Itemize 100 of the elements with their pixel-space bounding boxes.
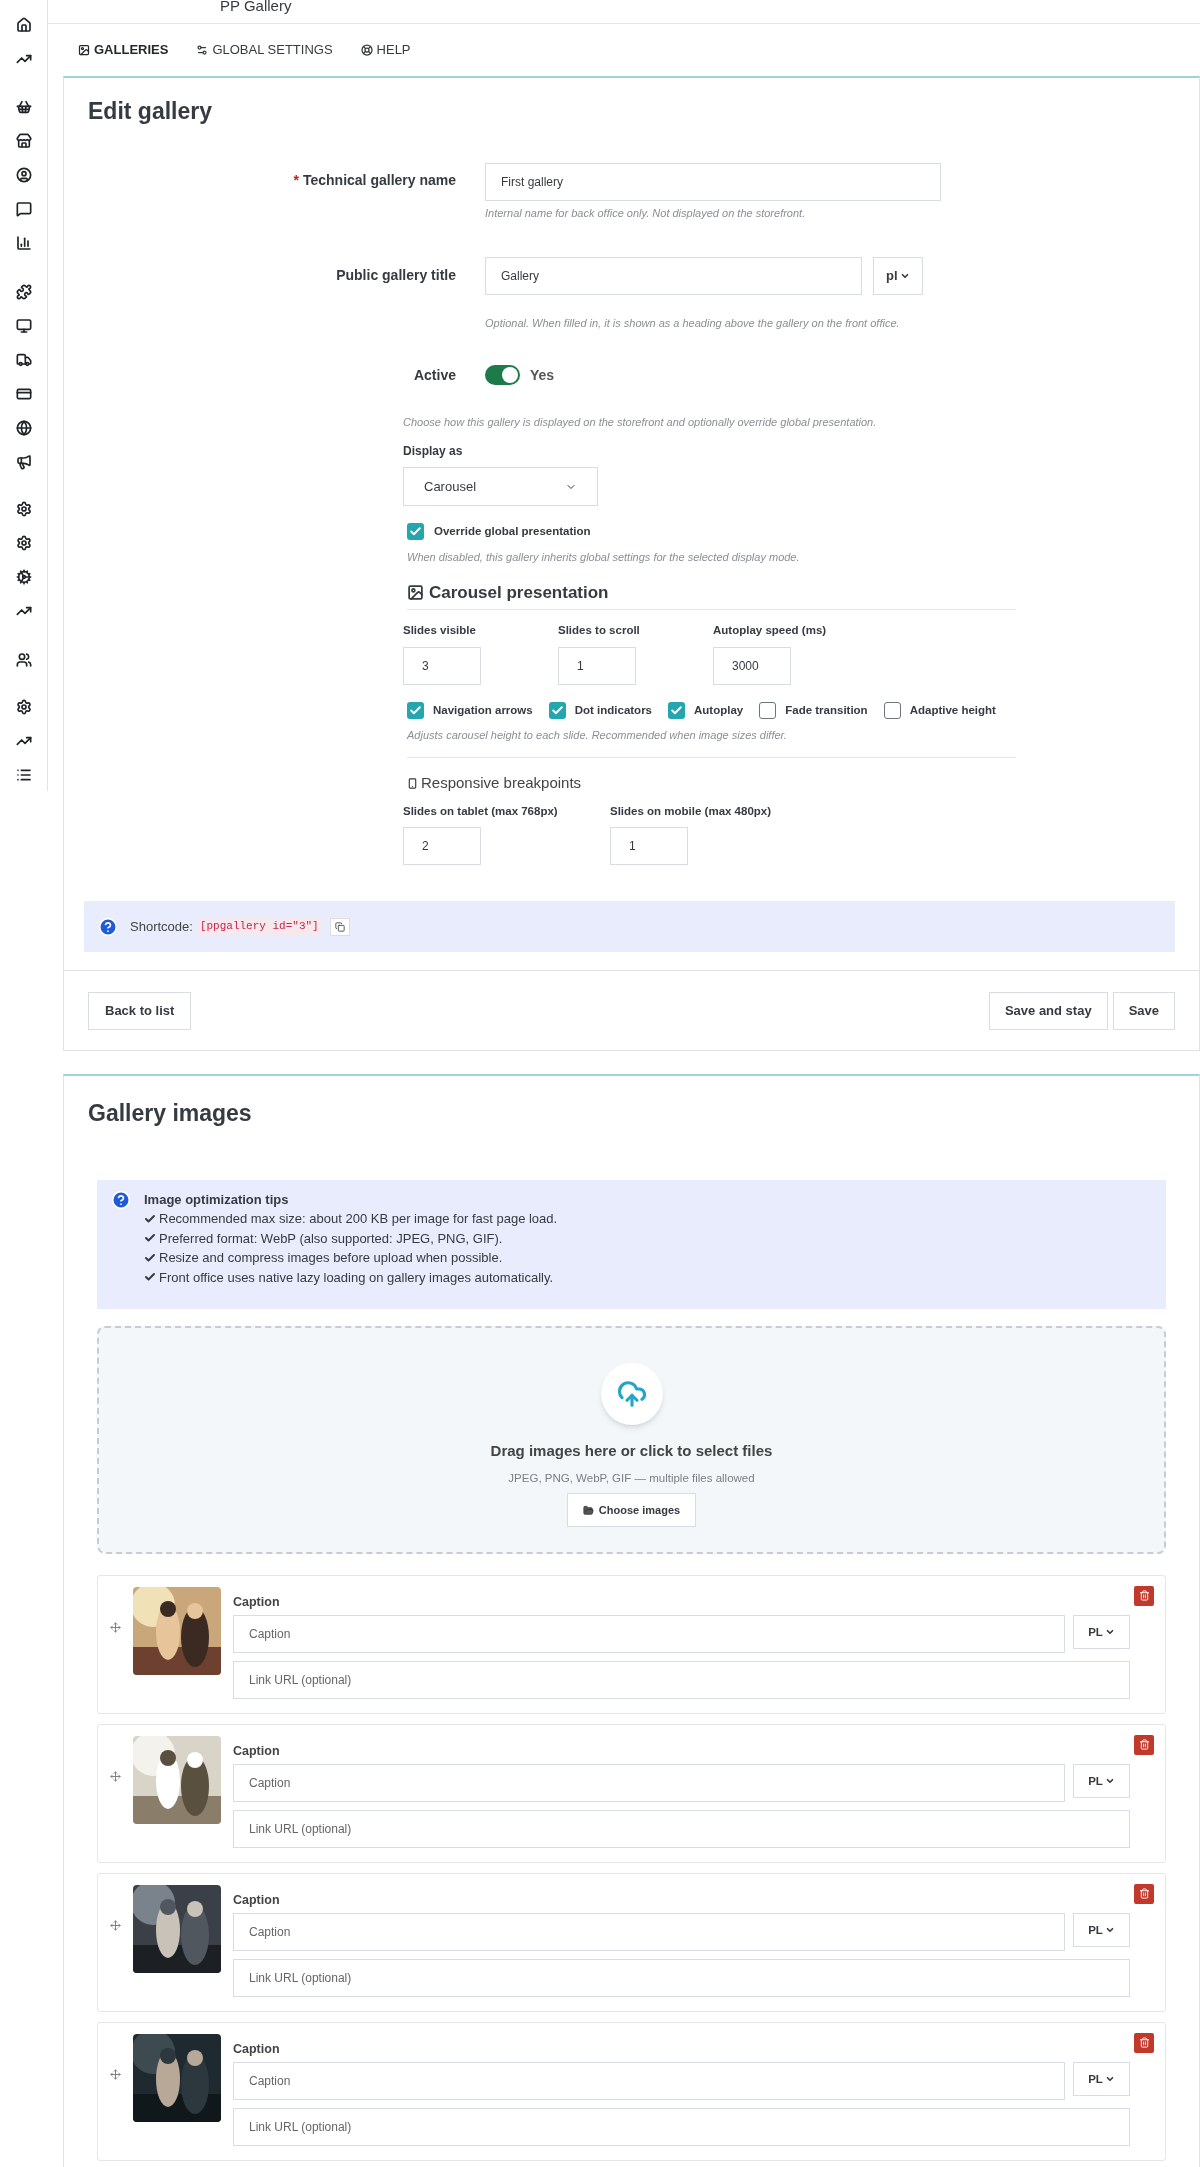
checkbox[interactable] — [548, 701, 566, 719]
message-icon[interactable] — [15, 201, 32, 217]
copy-button[interactable] — [329, 917, 350, 936]
field-label: Public gallery title — [336, 266, 456, 285]
drag-handle-icon[interactable] — [110, 1919, 121, 1931]
card-icon[interactable] — [15, 386, 32, 402]
panel-title: Edit gallery — [88, 97, 213, 126]
folder-icon — [582, 1504, 594, 1516]
tab[interactable]: GALLERIES — [78, 40, 169, 60]
number-field[interactable]: 3000 — [713, 646, 791, 685]
checkbox-label: Navigation arrows — [433, 702, 533, 718]
checkbox[interactable] — [407, 523, 424, 541]
megaphone-icon[interactable] — [15, 454, 32, 470]
field-label: Slides on tablet (max 768px) — [403, 803, 559, 819]
field-label: Slides visible — [403, 623, 477, 639]
dropzone[interactable]: Drag images here or click to select files JPEG, PNG, WebP, GIF — multiple files allowed Choose images — [97, 1325, 1166, 1554]
trash-icon — [1138, 2037, 1150, 2048]
choose-images-button[interactable]: Choose images — [566, 1493, 697, 1528]
monitor-icon[interactable] — [15, 318, 32, 334]
home-icon[interactable] — [15, 17, 32, 33]
truck-icon[interactable] — [15, 352, 32, 368]
section-title: Carousel presentation — [429, 581, 609, 604]
toggle-switch[interactable] — [485, 365, 520, 385]
tip-text: Resize and compress images before upload when possible. — [159, 1249, 503, 1267]
field-label: Active — [413, 365, 456, 385]
cog-icon[interactable] — [15, 569, 32, 585]
trash-icon — [1138, 1739, 1150, 1750]
number-field[interactable]: 1 — [610, 827, 688, 865]
number-field[interactable]: 3 — [403, 646, 481, 685]
checkbox[interactable] — [407, 701, 424, 719]
tip-text: Front office uses native lazy loading on gallery images automatically. — [159, 1268, 554, 1287]
checkbox[interactable] — [759, 701, 777, 719]
checkbox[interactable] — [668, 701, 685, 719]
trash-icon — [1138, 1590, 1150, 1601]
field-label: Display as — [403, 443, 464, 460]
language-dropdown[interactable]: PL — [1073, 2062, 1130, 2097]
caption-field[interactable]: Caption — [233, 2062, 1065, 2101]
gears-icon — [196, 44, 209, 56]
caption-field[interactable]: Caption — [233, 1913, 1065, 1952]
basket-icon[interactable] — [15, 99, 32, 115]
language-dropdown[interactable]: pl — [873, 257, 923, 295]
caption-field[interactable]: Caption — [233, 1764, 1065, 1803]
link-field[interactable]: Link URL (optional) — [233, 2108, 1130, 2147]
save-and-stay-button[interactable]: Save and stay — [988, 991, 1108, 1030]
back-button[interactable]: Back to list — [88, 991, 192, 1030]
shortcode: [ppgallery id="3"] — [196, 918, 322, 935]
store-icon[interactable] — [15, 133, 32, 149]
help-text: Adjusts carousel height to each slide. Recommended when image sizes differ. — [407, 727, 788, 743]
dropzone-subtitle: JPEG, PNG, WebP, GIF — multiple files allowed — [508, 1471, 755, 1486]
delete-button[interactable] — [1134, 1585, 1154, 1606]
help-text: Choose how this gallery is displayed on the storefront and optionally override global presentation. — [403, 414, 878, 430]
page-title: PP Gallery — [220, 0, 292, 16]
caption-field[interactable]: Caption — [233, 1615, 1065, 1654]
field-label: Caption — [233, 2040, 281, 2058]
input-field[interactable]: Gallery — [485, 257, 862, 295]
field-label: Caption — [233, 1891, 281, 1909]
help-text: When disabled, this gallery inherits global settings for the selected display mode. — [407, 550, 801, 566]
globe-icon[interactable] — [15, 420, 32, 436]
link-field[interactable]: Link URL (optional) — [233, 1959, 1130, 1998]
link-field[interactable]: Link URL (optional) — [233, 1661, 1130, 1700]
number-field[interactable]: 1 — [558, 646, 636, 685]
check-icon — [144, 1251, 156, 1264]
help-icon — [111, 1189, 131, 1210]
check-icon — [144, 1232, 156, 1245]
link-field[interactable]: Link URL (optional) — [233, 1810, 1130, 1849]
chart-icon[interactable] — [15, 235, 32, 251]
field-label: Slides to scroll — [558, 623, 641, 639]
save-button[interactable]: Save — [1112, 991, 1175, 1030]
help-text: Optional. When filled in, it is shown as a heading above the gallery on the front office. — [485, 316, 901, 331]
required-mark: * — [293, 170, 299, 190]
checkbox[interactable] — [883, 701, 901, 719]
phone-icon — [407, 778, 418, 789]
display-select[interactable]: Carousel — [403, 467, 598, 506]
gear-icon[interactable] — [15, 535, 32, 551]
tab[interactable]: HELP — [360, 40, 411, 60]
field-label: Autoplay speed (ms) — [713, 623, 828, 639]
check-icon — [409, 703, 422, 717]
delete-button[interactable] — [1134, 2032, 1154, 2053]
list-icon[interactable] — [15, 767, 32, 783]
gear-icon[interactable] — [15, 501, 32, 517]
language-dropdown[interactable]: PL — [1073, 1764, 1130, 1799]
puzzle-icon[interactable] — [15, 284, 32, 300]
checkbox-label: Autoplay — [694, 702, 744, 718]
delete-button[interactable] — [1134, 1883, 1154, 1904]
section-title: Responsive breakpoints — [421, 773, 582, 794]
language-dropdown[interactable]: PL — [1073, 1615, 1130, 1650]
tab[interactable]: GLOBAL SETTINGS — [196, 40, 333, 60]
user-icon[interactable] — [15, 167, 32, 183]
drag-handle-icon[interactable] — [110, 2068, 121, 2080]
copy-icon — [334, 921, 345, 932]
check-icon — [144, 1271, 156, 1284]
lifebuoy-icon — [360, 44, 373, 56]
language-dropdown[interactable]: PL — [1073, 1913, 1130, 1948]
gear-icon[interactable] — [15, 699, 32, 715]
delete-button[interactable] — [1134, 1734, 1154, 1755]
input-field[interactable]: First gallery — [485, 162, 941, 201]
drag-handle-icon[interactable] — [110, 1621, 121, 1633]
drag-handle-icon[interactable] — [110, 1770, 121, 1782]
users-icon[interactable] — [15, 652, 32, 668]
number-field[interactable]: 2 — [403, 827, 481, 865]
